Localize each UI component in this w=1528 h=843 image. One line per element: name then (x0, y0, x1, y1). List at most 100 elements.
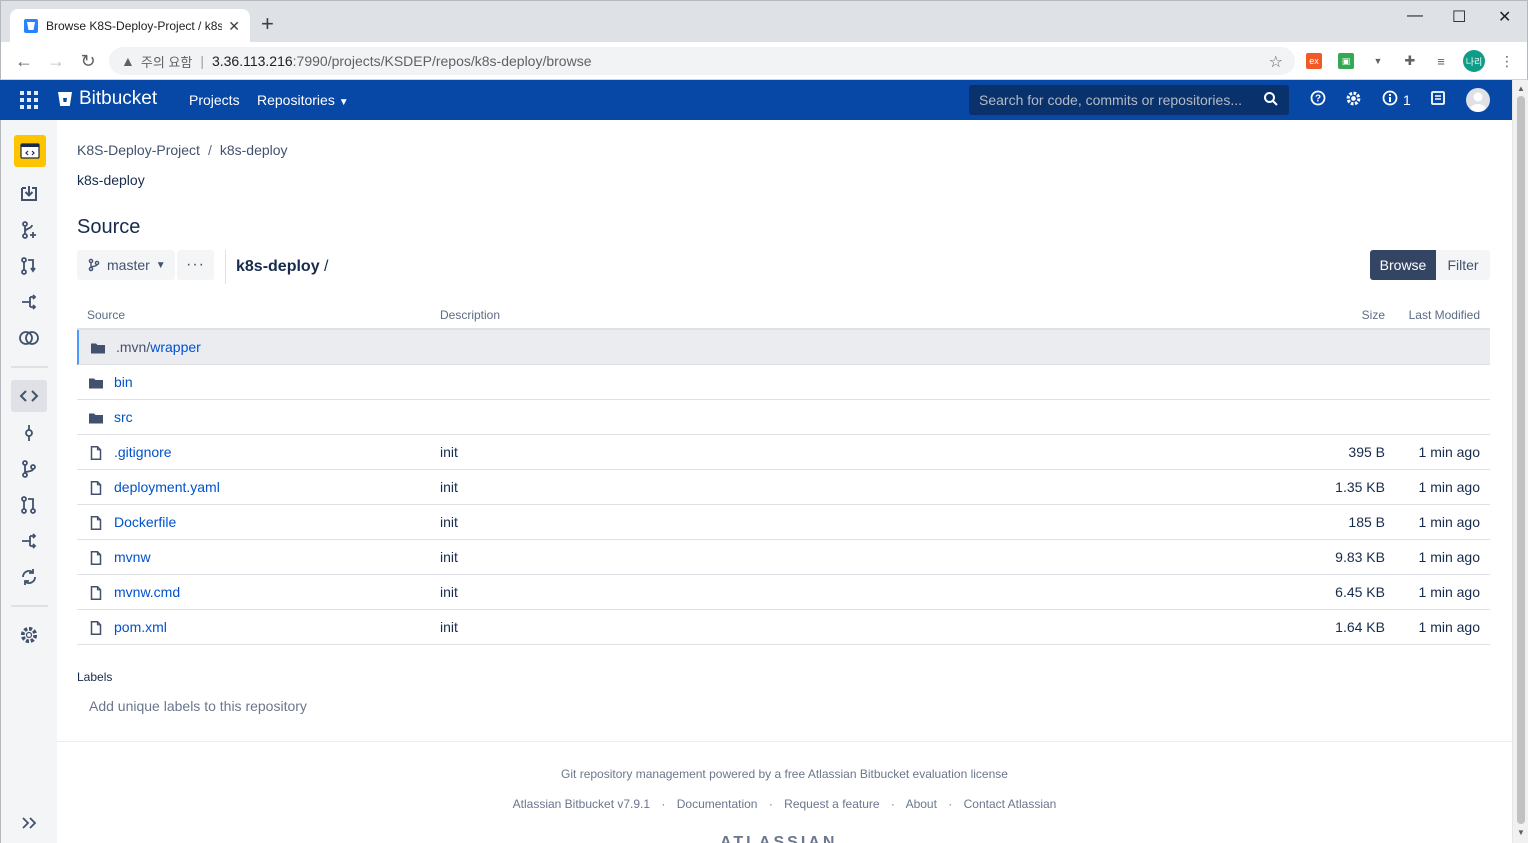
table-row[interactable]: .gitignore init 395 B 1 min ago (77, 435, 1490, 470)
extensions-puzzle-icon[interactable]: ✚ (1402, 53, 1418, 69)
expand-sidebar-icon[interactable] (11, 807, 47, 839)
scrollbar-thumb[interactable] (1517, 96, 1525, 824)
table-row[interactable]: mvnw.cmd init 6.45 KB 1 min ago (77, 575, 1490, 610)
file-description[interactable]: init (440, 444, 458, 460)
breadcrumb-repo[interactable]: k8s-deploy (220, 142, 288, 158)
table-row[interactable]: Dockerfile init 185 B 1 min ago (77, 505, 1490, 540)
file-description[interactable]: init (440, 514, 458, 530)
notifications-icon[interactable] (1382, 90, 1398, 106)
address-bar[interactable]: ▲ 주의 요함 | 3.36.113.216:7990/projects/KSD… (109, 47, 1295, 75)
search-icon[interactable] (1263, 91, 1279, 107)
inbox-icon[interactable] (1430, 90, 1446, 106)
clone-icon[interactable] (11, 178, 47, 210)
user-avatar-icon (1470, 92, 1486, 112)
bitbucket-logo[interactable]: Bitbucket (57, 88, 157, 110)
file-last-modified: 1 min ago (1418, 584, 1480, 600)
page-scrollbar[interactable]: ▲ ▼ (1512, 80, 1528, 843)
file-name-link[interactable]: bin (114, 374, 133, 390)
back-icon[interactable]: ← (13, 50, 35, 72)
scroll-down-icon[interactable]: ▼ (1517, 828, 1525, 837)
file-last-modified: 1 min ago (1418, 549, 1480, 565)
file-description[interactable]: init (440, 619, 458, 635)
url-text: 3.36.113.216:7990/projects/KSDEP/repos/k… (212, 53, 592, 69)
bookmark-star-icon[interactable]: ☆ (1269, 52, 1283, 72)
reload-icon[interactable]: ↻ (77, 50, 99, 72)
fork-icon[interactable] (11, 286, 47, 318)
file-name-link[interactable]: .mvn/wrapper (116, 339, 201, 355)
table-row[interactable]: deployment.yaml init 1.35 KB 1 min ago (77, 470, 1490, 505)
new-tab-icon[interactable]: + (261, 13, 274, 35)
file-description[interactable]: init (440, 584, 458, 600)
footer-request-feature[interactable]: Request a feature (784, 797, 879, 811)
file-name-link[interactable]: src (114, 409, 133, 425)
footer-version[interactable]: Atlassian Bitbucket v7.9.1 (513, 797, 650, 811)
file-name: bin (114, 374, 133, 390)
forks-icon[interactable] (11, 525, 47, 557)
scroll-up-icon[interactable]: ▲ (1517, 84, 1525, 93)
folder-icon (91, 343, 105, 354)
table-row[interactable]: src (77, 400, 1490, 435)
brand-name: Bitbucket (79, 88, 158, 109)
atlassian-logo[interactable]: ATLASSIAN (720, 834, 850, 843)
create-pull-request-icon[interactable] (11, 250, 47, 282)
source-code-icon[interactable] (11, 380, 47, 412)
minimize-icon[interactable]: — (1407, 7, 1423, 25)
search-placeholder: Search for code, commits or repositories… (979, 92, 1242, 108)
browser-menu-icon[interactable]: ⋮ (1499, 53, 1515, 69)
table-row[interactable]: bin (77, 365, 1490, 400)
branches-icon[interactable] (11, 453, 47, 485)
create-branch-icon[interactable] (11, 214, 47, 246)
maximize-icon[interactable]: ☐ (1452, 7, 1466, 27)
search-input[interactable]: Search for code, commits or repositories… (969, 85, 1289, 115)
help-icon[interactable]: ? (1310, 90, 1326, 106)
app-switcher-icon[interactable] (20, 91, 38, 109)
extension-icon-1[interactable]: ex (1306, 53, 1322, 69)
footer-dot: · (661, 797, 666, 811)
file-name-prefix: .mvn/ (116, 339, 151, 355)
repository-avatar-icon[interactable] (14, 135, 46, 167)
page-title: Source (77, 216, 141, 238)
window-close-icon[interactable]: ✕ (1498, 7, 1511, 27)
table-row[interactable]: .mvn/wrapper (77, 330, 1490, 365)
breadcrumb-project[interactable]: K8S-Deploy-Project (77, 142, 200, 158)
filter-button[interactable]: Filter (1436, 250, 1490, 280)
file-description[interactable]: init (440, 549, 458, 565)
file-name-link[interactable]: .gitignore (114, 444, 172, 460)
compare-icon[interactable] (11, 322, 47, 354)
browser-tab[interactable]: Browse K8S-Deploy-Project / k8s-deploy ✕ (10, 9, 250, 43)
settings-gear-icon[interactable] (1345, 90, 1362, 107)
sync-icon[interactable] (11, 561, 47, 593)
branch-selector[interactable]: master ▼ (77, 250, 175, 280)
add-labels-input[interactable]: Add unique labels to this repository (89, 698, 307, 714)
footer-contact[interactable]: Contact Atlassian (964, 797, 1057, 811)
table-row[interactable]: mvnw init 9.83 KB 1 min ago (77, 540, 1490, 575)
file-description[interactable]: init (440, 479, 458, 495)
browser-profile-avatar[interactable]: 나리 (1463, 50, 1485, 72)
repository-settings-icon[interactable] (11, 619, 47, 651)
file-name-link[interactable]: mvnw (114, 549, 151, 565)
path-repo[interactable]: k8s-deploy (236, 258, 320, 275)
table-row[interactable]: pom.xml init 1.64 KB 1 min ago (77, 610, 1490, 645)
toolbar-divider (225, 250, 226, 284)
commits-icon[interactable] (11, 417, 47, 449)
file-name-link[interactable]: mvnw.cmd (114, 584, 180, 600)
address-separator: | (200, 53, 204, 69)
user-avatar[interactable] (1466, 88, 1490, 112)
path-breadcrumb: k8s-deploy / (236, 258, 329, 276)
media-control-icon[interactable]: ≡ (1433, 53, 1449, 69)
file-name-link[interactable]: Dockerfile (114, 514, 176, 530)
nav-projects[interactable]: Projects (189, 92, 240, 108)
pull-requests-icon[interactable] (11, 489, 47, 521)
file-name-link[interactable]: deployment.yaml (114, 479, 220, 495)
folder-icon (89, 378, 103, 389)
forward-icon[interactable]: → (45, 50, 67, 72)
footer-about[interactable]: About (906, 797, 937, 811)
browse-button[interactable]: Browse (1370, 250, 1436, 280)
footer-documentation[interactable]: Documentation (677, 797, 758, 811)
file-name-link[interactable]: pom.xml (114, 619, 167, 635)
more-actions-button[interactable]: ··· (177, 250, 214, 280)
extension-icon-2[interactable]: ▣ (1338, 53, 1354, 69)
tab-close-icon[interactable]: ✕ (228, 18, 240, 35)
extension-icon-3[interactable]: ▼ (1370, 53, 1386, 69)
nav-repositories[interactable]: Repositories ▼ (257, 92, 349, 108)
